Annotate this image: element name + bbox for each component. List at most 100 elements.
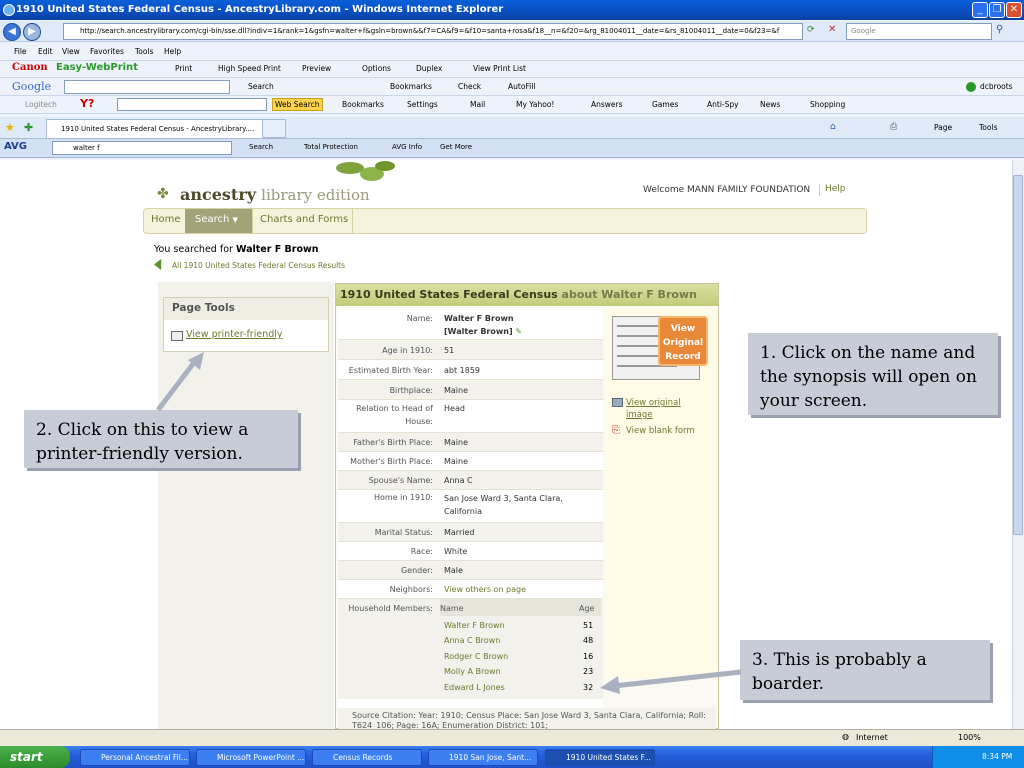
all-results-link[interactable]: All 1910 United States Federal Census Re…	[172, 261, 345, 270]
preview-button[interactable]: Preview	[302, 64, 331, 73]
refresh-icon[interactable]: ⟳	[807, 25, 815, 35]
search-icon[interactable]: ⚲	[996, 24, 1003, 35]
pencil-icon[interactable]: ✎	[515, 327, 522, 336]
yahoo-answers[interactable]: Answers	[591, 100, 623, 109]
yahoo-search-input[interactable]	[117, 98, 267, 111]
task-button[interactable]: 1910 San Jose, Sant...	[428, 749, 538, 766]
printer-icon[interactable]	[171, 331, 183, 341]
view-print-list-button[interactable]: View Print List	[473, 64, 526, 73]
tools-menu[interactable]: Tools	[979, 123, 997, 132]
yahoo-bookmarks[interactable]: Bookmarks	[342, 100, 384, 109]
web-search-button[interactable]: Web Search	[272, 98, 323, 111]
searched-name: Walter F Brown	[235, 244, 319, 255]
url-input[interactable]: http://search.ancestrylibrary.com/cgi-bi…	[63, 23, 803, 40]
hh-name-header: Name	[440, 604, 464, 613]
yahoo-games[interactable]: Games	[652, 100, 678, 109]
hh-member-name[interactable]: Walter F Brown	[444, 621, 505, 630]
view-original-record-badge[interactable]: View Original Record	[658, 316, 708, 366]
maximize-button[interactable]: ❐	[989, 2, 1005, 18]
name-line1: Walter F Brown	[444, 314, 514, 323]
field-value: Male	[444, 566, 463, 575]
yahoo-settings[interactable]: Settings	[407, 100, 438, 109]
hh-member-name[interactable]: Rodger C Brown	[444, 652, 508, 661]
view-original-image-link[interactable]: View original image	[626, 397, 706, 421]
task-button[interactable]: Census Records	[312, 749, 422, 766]
google-search-input[interactable]	[64, 80, 230, 94]
duplex-button[interactable]: Duplex	[416, 64, 442, 73]
print-button[interactable]: Print	[175, 64, 192, 73]
minimize-button[interactable]: _	[972, 2, 988, 18]
back-button[interactable]: ◀	[3, 23, 21, 41]
view-blank-form-link[interactable]: View blank form	[626, 426, 695, 436]
printer-icon[interactable]: ⎙	[890, 122, 897, 132]
field-label: Birthplace:	[389, 386, 433, 395]
nav-home[interactable]: Home	[151, 214, 181, 225]
total-protection[interactable]: Total Protection	[304, 143, 358, 151]
options-button[interactable]: Options	[362, 64, 391, 73]
yahoo-news[interactable]: News	[760, 100, 780, 109]
new-tab-button[interactable]	[262, 119, 286, 138]
hh-member-name[interactable]: Edward L Jones	[444, 683, 505, 692]
arrow-up-icon	[156, 352, 204, 412]
menu-help[interactable]: Help	[164, 47, 181, 56]
google-search-button[interactable]: Search	[248, 82, 274, 91]
menu-favorites[interactable]: Favorites	[90, 47, 124, 56]
yahoo-shopping[interactable]: Shopping	[810, 100, 845, 109]
get-more[interactable]: Get More	[440, 143, 472, 151]
menu-edit[interactable]: Edit	[38, 47, 53, 56]
printer-friendly-link[interactable]: View printer-friendly	[186, 329, 283, 340]
start-button[interactable]: start	[0, 746, 70, 768]
scroll-thumb[interactable]	[1013, 175, 1023, 535]
favorites-star-icon[interactable]: ★	[5, 121, 15, 134]
google-autofill[interactable]: AutoFill	[508, 82, 535, 91]
home-icon[interactable]: ⌂	[830, 122, 836, 132]
close-button[interactable]: ✕	[1006, 2, 1022, 18]
google-bookmarks[interactable]: Bookmarks	[390, 82, 432, 91]
field-value: Maine	[444, 386, 469, 395]
source-citation: Source Citation: Year: 1910; Census Plac…	[338, 708, 716, 729]
my-yahoo[interactable]: My Yahoo!	[516, 100, 554, 109]
avg-search-button[interactable]: Search	[249, 143, 273, 151]
tab-active[interactable]: 1910 United States Federal Census - Ance…	[46, 119, 286, 138]
searched-prefix: You searched for	[154, 244, 236, 255]
help-link[interactable]: Help	[825, 184, 846, 194]
easy-webprint[interactable]: Easy-WebPrint	[56, 62, 138, 73]
forward-button[interactable]: ▶	[23, 23, 41, 41]
add-favorite-icon[interactable]: ✚	[24, 121, 33, 134]
household-label: Household Members:	[348, 604, 433, 613]
task-button[interactable]: Personal Ancestral Fil...	[80, 749, 190, 766]
nav-search[interactable]: Search ▼	[185, 209, 252, 233]
record-title-main: 1910 United States Federal Census	[340, 288, 558, 301]
zoom-level[interactable]: 100%	[958, 733, 981, 742]
field-row: Father's Birth Place: Maine	[338, 433, 603, 452]
logitech-button[interactable]: Logitech	[25, 100, 57, 109]
page-menu[interactable]: Page	[934, 123, 952, 132]
neighbors-link[interactable]: View others on page	[444, 583, 526, 596]
avg-logo: AVG	[4, 141, 28, 152]
search-input[interactable]: Google	[846, 23, 992, 40]
avg-search-input[interactable]: walter f	[52, 141, 232, 155]
task-button[interactable]: Microsoft PowerPoint ...	[196, 749, 306, 766]
nav-charts-forms[interactable]: Charts and Forms	[260, 214, 348, 225]
page-tools-box: Page Tools	[163, 297, 329, 352]
field-label: Relation to Head of House:	[356, 404, 433, 426]
menu-view[interactable]: View	[62, 47, 80, 56]
hh-member-name[interactable]: Anna C Brown	[444, 636, 500, 645]
anti-spy[interactable]: Anti-Spy	[707, 100, 739, 109]
menu-file[interactable]: File	[14, 47, 27, 56]
field-value: San Jose Ward 3, Santa Clara, California	[444, 494, 563, 516]
ancestry-logo[interactable]: ancestry library edition	[180, 185, 370, 204]
stop-icon[interactable]: ✕	[828, 24, 836, 35]
high-speed-print-button[interactable]: High Speed Print	[218, 64, 281, 73]
name-value[interactable]: Walter F Brown [Walter Brown] ✎	[444, 312, 522, 338]
google-check[interactable]: Check	[458, 82, 481, 91]
searched-for: You searched for Walter F Brown	[154, 244, 319, 255]
canon-toolbar: Canon Easy-WebPrint Print High Speed Pri…	[0, 60, 1024, 78]
hh-member-name[interactable]: Molly A Brown	[444, 667, 501, 676]
yahoo-mail[interactable]: Mail	[470, 100, 485, 109]
avg-info[interactable]: AVG Info	[392, 143, 422, 151]
task-button-active[interactable]: 1910 United States F...	[545, 749, 655, 766]
google-user[interactable]: dcbroots	[980, 82, 1013, 91]
zone-text: Internet	[856, 733, 888, 742]
menu-tools[interactable]: Tools	[135, 47, 153, 56]
